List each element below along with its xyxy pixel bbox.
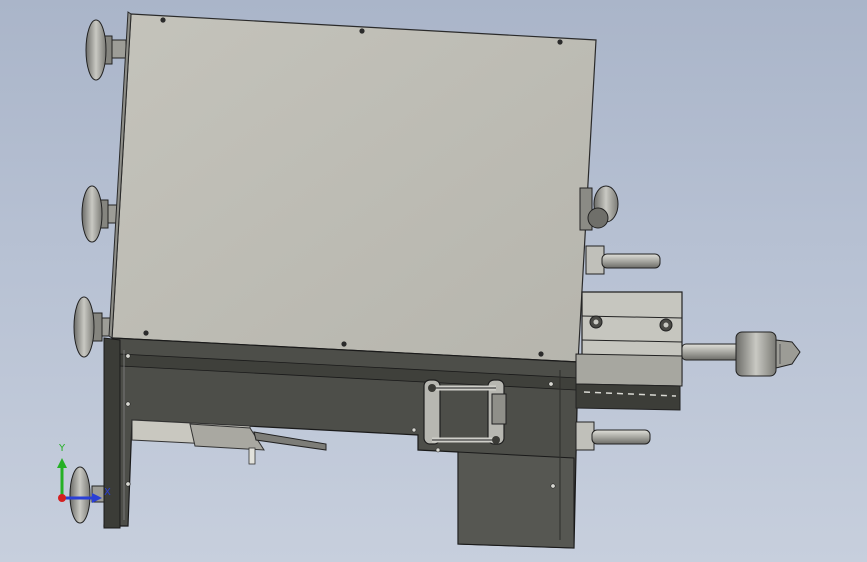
cad-model-drawing bbox=[57, 11, 801, 549]
triad-y-label: Y bbox=[59, 443, 66, 454]
pneumatic-cylinder bbox=[575, 291, 683, 411]
left-mounting-knob-bottom bbox=[69, 466, 107, 524]
guide-rod-lower bbox=[575, 421, 651, 451]
inner-bracket bbox=[189, 423, 265, 451]
right-side-knob bbox=[579, 185, 619, 231]
piston-rod-assembly bbox=[681, 331, 801, 377]
left-mounting-knob-top bbox=[85, 19, 127, 81]
guide-rod-upper bbox=[585, 245, 661, 275]
lever-pin bbox=[248, 447, 256, 465]
triad-z-axis bbox=[58, 494, 66, 502]
housing-left-wall bbox=[103, 337, 121, 529]
cad-viewport[interactable]: Y X bbox=[0, 0, 867, 562]
top-cover-panel bbox=[111, 13, 597, 363]
triad-x-label: X bbox=[104, 487, 111, 498]
housing-bottom-block bbox=[457, 451, 575, 549]
pivot-lever bbox=[253, 431, 327, 451]
